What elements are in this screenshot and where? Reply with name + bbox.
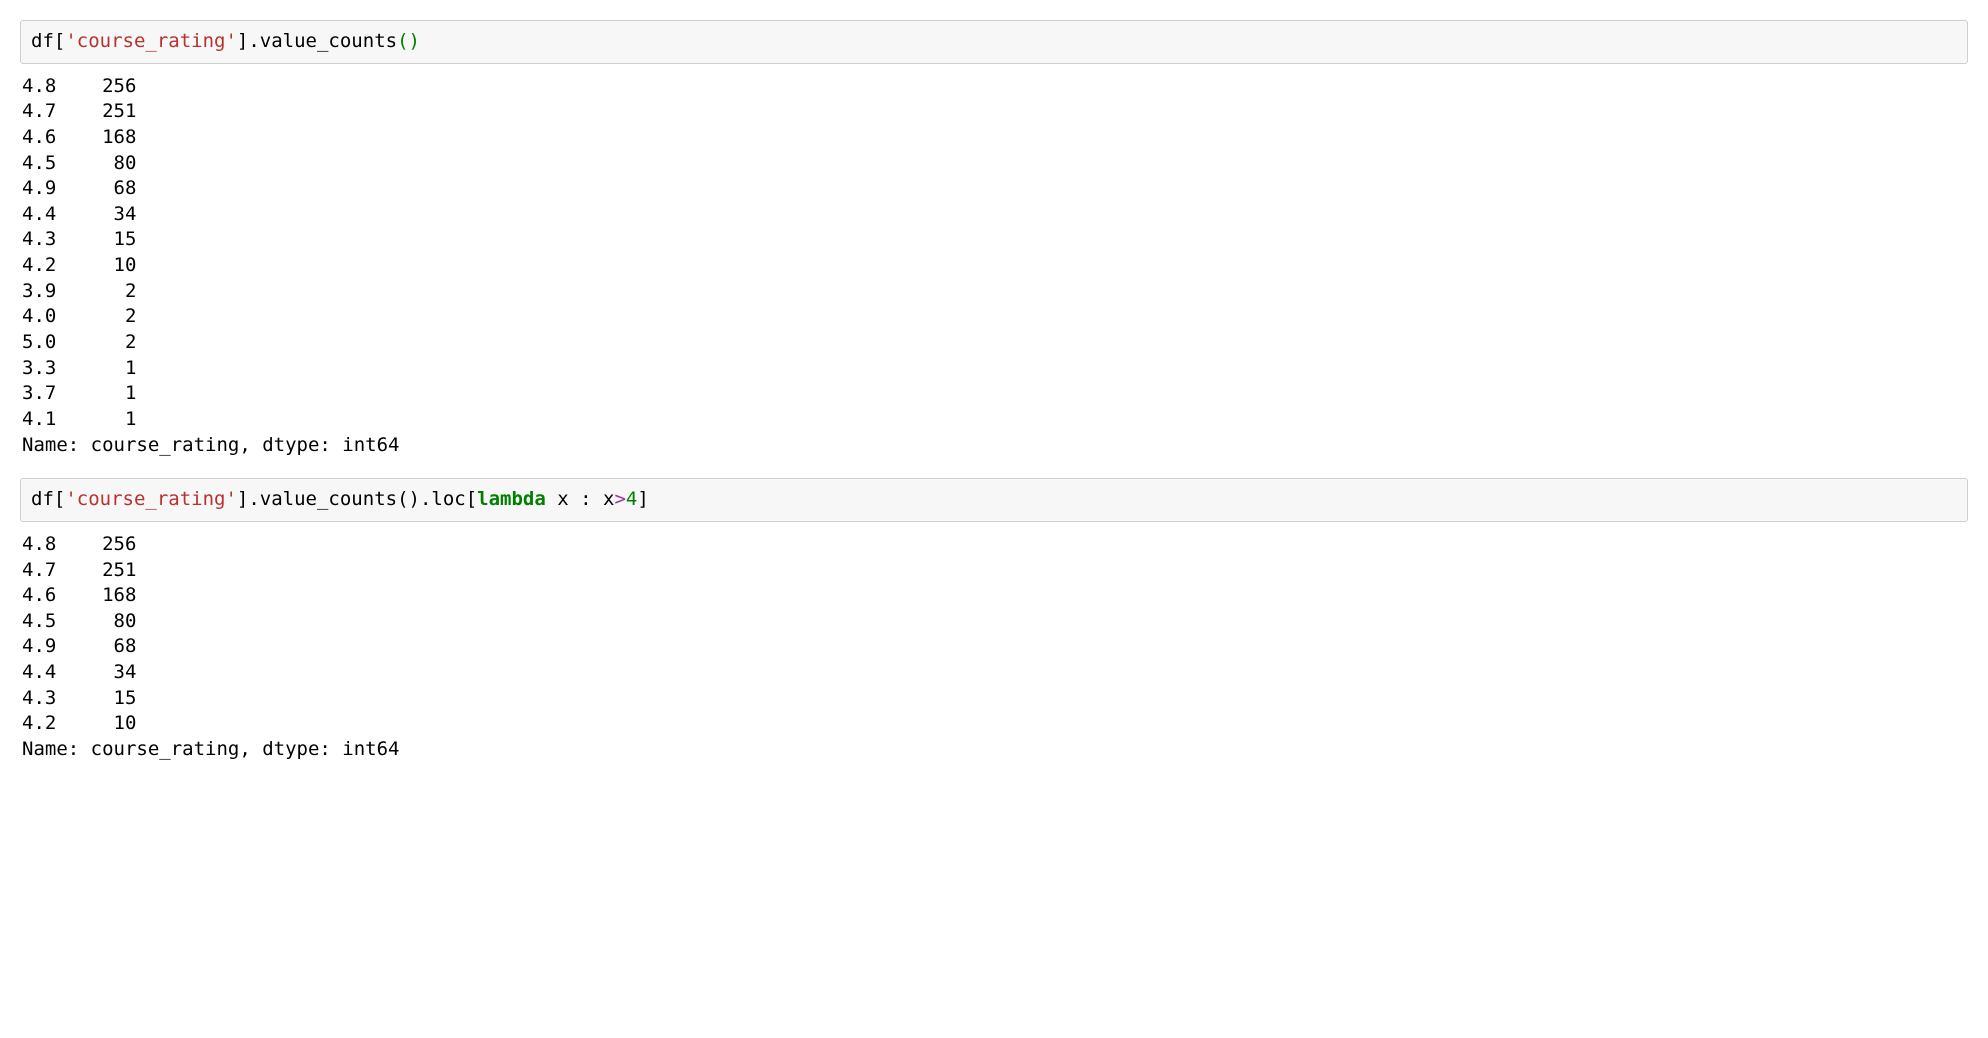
code-token: 'course_rating' bbox=[65, 488, 237, 510]
code-token: lambda bbox=[477, 488, 546, 510]
code-token: [ bbox=[466, 488, 477, 510]
code-token: x : x bbox=[546, 488, 615, 510]
code-token: ].value_counts bbox=[237, 30, 397, 52]
code-token: () bbox=[397, 30, 420, 52]
notebook-fragment: df['course_rating'].value_counts()4.8 25… bbox=[20, 20, 1968, 783]
code-token: > bbox=[614, 488, 625, 510]
code-token: df[ bbox=[31, 488, 65, 510]
code-token: 'course_rating' bbox=[65, 30, 237, 52]
code-cell-input-0[interactable]: df['course_rating'].value_counts() bbox=[20, 20, 1968, 64]
code-token: ] bbox=[637, 488, 648, 510]
code-token: df[ bbox=[31, 30, 65, 52]
code-token: ].value_counts().loc bbox=[237, 488, 466, 510]
code-cell-input-1[interactable]: df['course_rating'].value_counts().loc[l… bbox=[20, 478, 1968, 522]
code-cell-output-0: 4.8 256 4.7 251 4.6 168 4.5 80 4.9 68 4.… bbox=[20, 70, 1968, 479]
code-token: 4 bbox=[626, 488, 637, 510]
code-cell-output-1: 4.8 256 4.7 251 4.6 168 4.5 80 4.9 68 4.… bbox=[20, 528, 1968, 783]
